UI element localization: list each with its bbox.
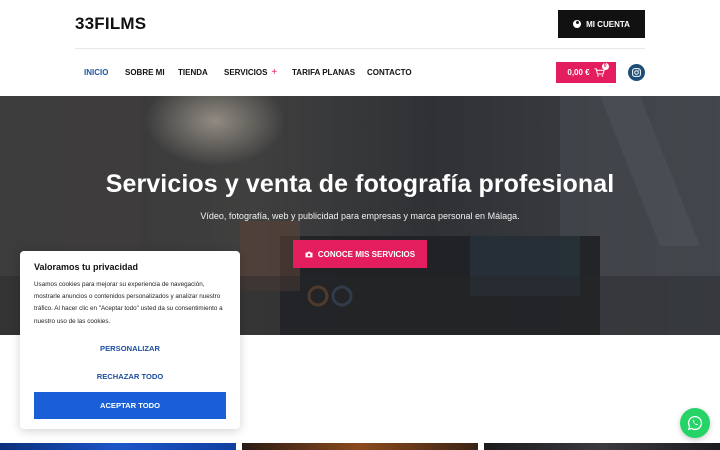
instagram-icon bbox=[632, 68, 641, 77]
nav-item-tarifa-planas[interactable]: TARIFA PLANAS bbox=[292, 64, 367, 80]
nav-item-contacto[interactable]: CONTACTO bbox=[367, 64, 412, 80]
nav-item-sobre-mi[interactable]: SOBRE MI bbox=[125, 64, 178, 80]
services-cta-button[interactable]: CONOCE MIS SERVICIOS bbox=[293, 240, 427, 268]
customize-cookies-button[interactable]: PERSONALIZAR bbox=[34, 344, 226, 353]
shopping-cart-icon: 0 bbox=[594, 63, 609, 77]
cart-button[interactable]: 0,00 € 0 bbox=[556, 62, 616, 83]
nav-item-inicio[interactable]: INICIO bbox=[84, 64, 125, 80]
header-divider bbox=[75, 48, 645, 49]
nav-item-tienda[interactable]: TIENDA bbox=[178, 64, 224, 80]
cart-count-badge: 0 bbox=[601, 63, 609, 70]
cookie-consent-dialog: Valoramos tu privacidad Usamos cookies p… bbox=[20, 251, 240, 429]
whatsapp-chat-button[interactable] bbox=[680, 408, 710, 438]
card-image-2[interactable] bbox=[242, 443, 478, 450]
page: 33FILMS MI CUENTA INICIO SOBRE MI TIENDA… bbox=[0, 0, 720, 450]
services-cta-label: CONOCE MIS SERVICIOS bbox=[317, 249, 416, 259]
instagram-link[interactable] bbox=[628, 64, 645, 81]
my-account-button[interactable]: MI CUENTA bbox=[558, 10, 645, 38]
hero-title: Servicios y venta de fotografía profesio… bbox=[105, 170, 615, 198]
cookie-text: Usamos cookies para mejorar su experienc… bbox=[34, 281, 223, 325]
main-nav: INICIO SOBRE MI TIENDA SERVICIOS + TARIF… bbox=[84, 64, 412, 80]
card-image-1[interactable] bbox=[0, 443, 236, 450]
hero-subtitle: Vídeo, fotografía, web y publicidad para… bbox=[200, 211, 520, 221]
user-circle-icon bbox=[573, 20, 582, 28]
reject-all-cookies-button[interactable]: RECHAZAR TODO bbox=[34, 372, 226, 381]
nav-item-servicios[interactable]: SERVICIOS + bbox=[224, 64, 292, 80]
my-account-label: MI CUENTA bbox=[586, 19, 630, 29]
whatsapp-icon bbox=[687, 415, 703, 431]
site-logo[interactable]: 33FILMS bbox=[75, 14, 146, 34]
camera-icon bbox=[305, 251, 313, 257]
cart-total: 0,00 € bbox=[567, 68, 590, 77]
cookie-title: Valoramos tu privacidad bbox=[34, 262, 139, 272]
plus-icon: + bbox=[271, 66, 278, 78]
nav-item-servicios-label: SERVICIOS bbox=[224, 67, 268, 77]
card-image-3[interactable] bbox=[484, 443, 720, 450]
accept-all-cookies-button[interactable]: ACEPTAR TODO bbox=[34, 392, 226, 419]
